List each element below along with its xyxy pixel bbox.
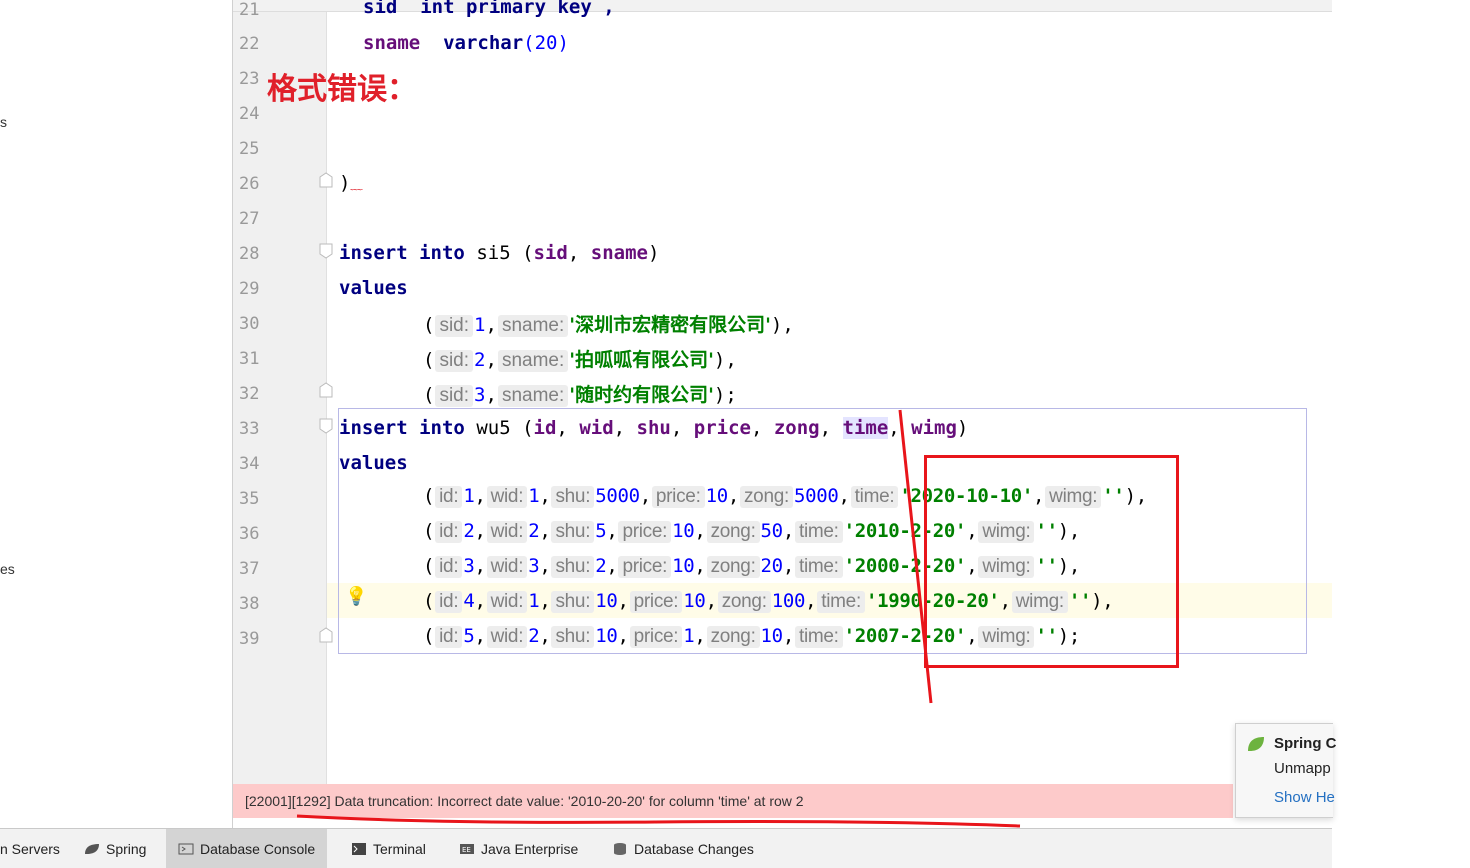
tab-terminal[interactable]: Terminal (351, 829, 426, 868)
tab-services[interactable]: n Servers (0, 829, 60, 868)
notification-title: Spring C (1274, 735, 1337, 752)
spring-notification[interactable]: Spring C Unmapp Show He (1235, 723, 1337, 818)
tab-label: Terminal (373, 840, 426, 857)
tab-java-enterprise[interactable]: EE Java Enterprise (459, 829, 578, 868)
error-message: [22001][1292] Data truncation: Incorrect… (245, 793, 804, 809)
tab-label: Database Console (200, 840, 316, 857)
tab-database-changes[interactable]: Database Changes (612, 829, 754, 868)
console-icon (178, 843, 194, 854)
tab-label: Java Enterprise (481, 840, 579, 857)
project-panel: s es (0, 0, 233, 828)
database-icon (614, 842, 626, 855)
notification-body: Unmapp (1274, 760, 1331, 777)
tab-label: n Servers (0, 840, 60, 857)
spring-leaf-icon (1248, 737, 1264, 751)
notification-link[interactable]: Show He (1274, 789, 1335, 806)
annotation-strike-icon (898, 409, 933, 704)
project-tree-fragment: es (0, 561, 15, 577)
terminal-icon (352, 842, 366, 855)
spring-leaf-icon (85, 843, 99, 854)
tool-window-bar: n Servers Spring Database Console Termin… (0, 828, 1332, 868)
sql-editor[interactable]: 21 22 23 24 25 26 27 28 29 30 31 32 33 3… (233, 0, 1332, 784)
tab-label: Spring (106, 840, 147, 857)
java-enterprise-icon: EE (460, 843, 474, 854)
tab-database-console[interactable]: Database Console (166, 829, 328, 868)
svg-text:EE: EE (462, 846, 471, 854)
tab-spring[interactable]: Spring (84, 829, 146, 868)
tab-label: Database Changes (634, 840, 754, 857)
project-tree-fragment: s (0, 114, 7, 130)
